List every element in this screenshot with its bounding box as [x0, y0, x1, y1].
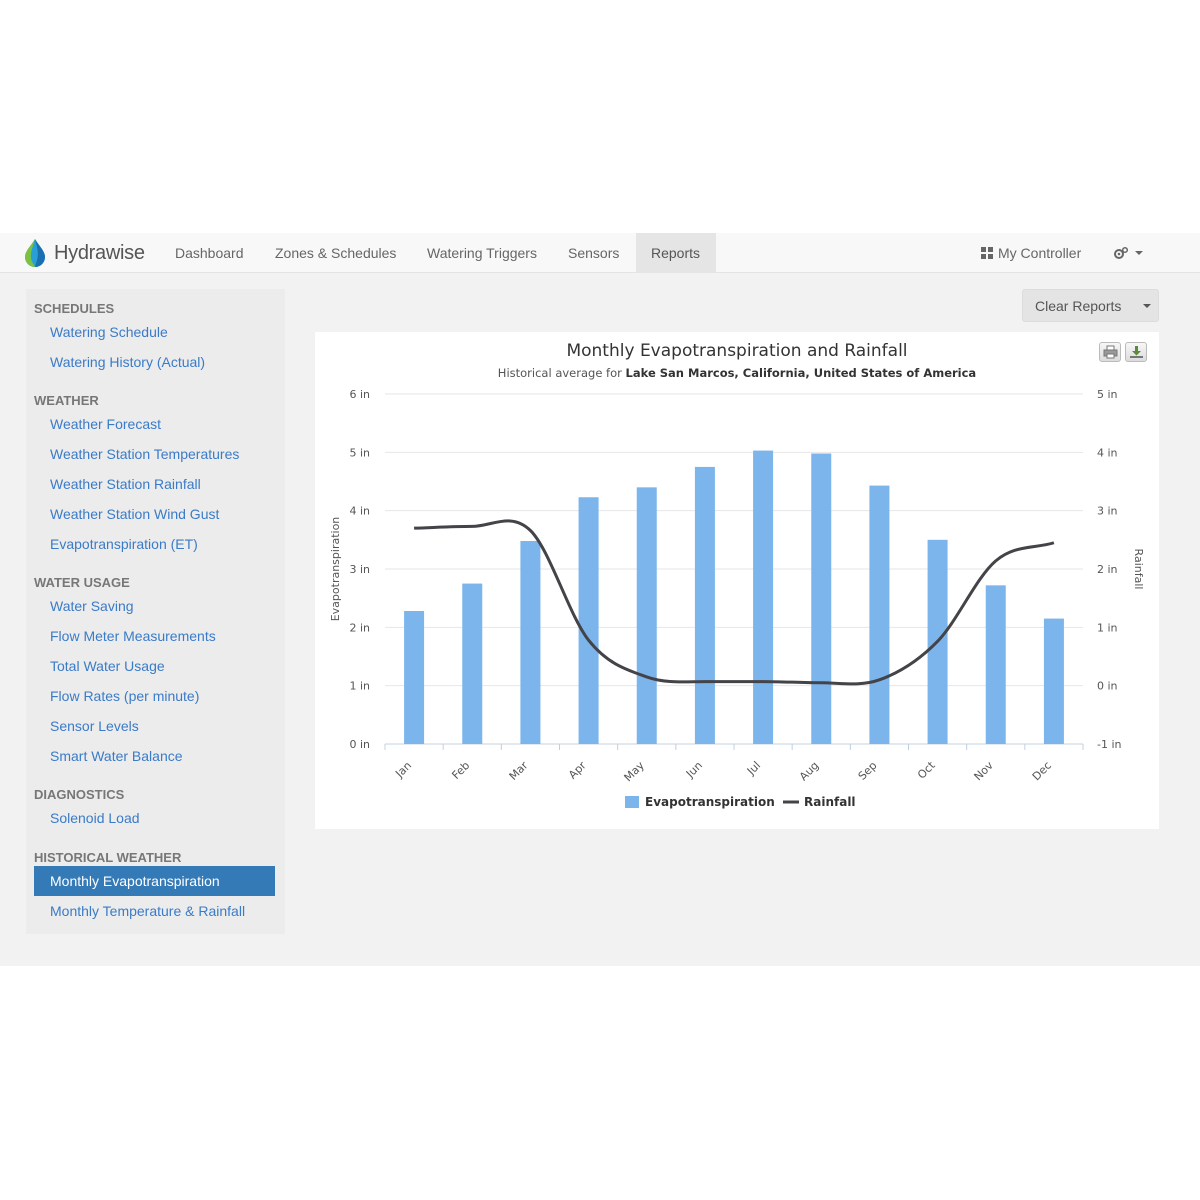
- brand[interactable]: Hydrawise: [22, 237, 145, 269]
- sidebar-item-total-water-usage[interactable]: Total Water Usage: [50, 658, 165, 674]
- gear-icon: [1114, 246, 1129, 259]
- sidebar-item-watering-schedule[interactable]: Watering Schedule: [50, 324, 168, 340]
- et-bar: [985, 585, 1006, 744]
- x-tick-label: Jul: [744, 759, 763, 778]
- water-drop-logo-icon: [25, 239, 45, 267]
- x-tick-label: Dec: [1030, 759, 1054, 783]
- subtitle-location: Lake San Marcos, California, United Stat…: [626, 366, 977, 380]
- nav-dashboard[interactable]: Dashboard: [160, 233, 259, 273]
- y-left-tick-label: 1 in: [349, 680, 370, 693]
- sidebar-item-station-temperatures[interactable]: Weather Station Temperatures: [50, 446, 239, 462]
- clear-reports-label: Clear Reports: [1035, 297, 1122, 314]
- x-tick-label: Jun: [683, 759, 705, 781]
- x-tick-label: Feb: [449, 759, 472, 782]
- chart-panel: Monthly Evapotranspiration and Rainfall …: [315, 332, 1159, 829]
- my-controller-label: My Controller: [998, 245, 1082, 261]
- clear-reports-button[interactable]: Clear Reports: [1022, 289, 1159, 322]
- y-right-tick-label: 2 in: [1097, 563, 1118, 576]
- y-right-tick-label: 1 in: [1097, 621, 1118, 634]
- et-bar: [1043, 618, 1064, 744]
- et-bar: [636, 487, 657, 744]
- grid-icon: [981, 247, 993, 259]
- sidebar-heading-water-usage: WATER USAGE: [34, 575, 130, 590]
- settings-menu[interactable]: [1113, 233, 1143, 273]
- chevron-down-icon: [1143, 303, 1151, 308]
- x-tick-label: Apr: [566, 759, 589, 782]
- reports-sidebar: SCHEDULES Watering Schedule Watering His…: [26, 289, 285, 934]
- y-right-axis-title: Rainfall: [1132, 549, 1145, 590]
- nav-watering-triggers[interactable]: Watering Triggers: [412, 233, 552, 273]
- sidebar-heading-schedules: SCHEDULES: [34, 301, 115, 316]
- sidebar-item-smart-water-balance[interactable]: Smart Water Balance: [50, 748, 183, 764]
- x-tick-label: Sep: [856, 759, 880, 783]
- legend-label-rainfall: Rainfall: [804, 795, 856, 809]
- y-right-tick-label: 3 in: [1097, 505, 1118, 518]
- x-tick-label: Nov: [971, 759, 996, 784]
- et-bar: [578, 497, 599, 744]
- x-tick-label: Oct: [915, 758, 938, 781]
- x-tick-label: Aug: [797, 759, 821, 783]
- et-bar: [520, 541, 541, 744]
- chart-subtitle: Historical average for Lake San Marcos, …: [498, 366, 976, 380]
- y-left-tick-label: 6 in: [349, 388, 370, 401]
- x-tick-label: Mar: [507, 759, 531, 783]
- et-bar: [753, 450, 774, 744]
- y-right-tick-label: -1 in: [1097, 738, 1122, 751]
- sidebar-item-watering-history[interactable]: Watering History (Actual): [50, 354, 205, 370]
- sidebar-item-flow-meter[interactable]: Flow Meter Measurements: [50, 628, 216, 644]
- et-bar: [811, 453, 832, 744]
- sidebar-item-weather-forecast[interactable]: Weather Forecast: [50, 416, 161, 432]
- rainfall-line: [414, 519, 1055, 686]
- sidebar-item-station-wind-gust[interactable]: Weather Station Wind Gust: [50, 506, 219, 522]
- sidebar-item-station-rainfall[interactable]: Weather Station Rainfall: [50, 476, 201, 492]
- legend-label-evapotranspiration: Evapotranspiration: [645, 795, 775, 809]
- y-left-axis-title: Evapotranspiration: [329, 517, 342, 622]
- sidebar-item-evapotranspiration[interactable]: Evapotranspiration (ET): [50, 536, 198, 552]
- sidebar-item-flow-rates[interactable]: Flow Rates (per minute): [50, 688, 199, 704]
- sidebar-heading-weather: WEATHER: [34, 393, 99, 408]
- sidebar-item-monthly-evapotranspiration[interactable]: Monthly Evapotranspiration: [34, 866, 275, 896]
- nav-sensors[interactable]: Sensors: [553, 233, 634, 273]
- y-left-tick-label: 2 in: [349, 621, 370, 634]
- et-bar: [694, 466, 715, 744]
- y-left-tick-label: 0 in: [349, 738, 370, 751]
- app-container: Hydrawise Dashboard Zones & Schedules Wa…: [0, 233, 1200, 966]
- brand-name: Hydrawise: [54, 241, 145, 264]
- sidebar-heading-diagnostics: DIAGNOSTICS: [34, 787, 125, 802]
- chevron-down-icon: [1135, 251, 1143, 255]
- y-left-tick-label: 3 in: [349, 563, 370, 576]
- sidebar-heading-historical-weather: HISTORICAL WEATHER: [34, 850, 182, 865]
- y-left-tick-label: 4 in: [349, 505, 370, 518]
- sidebar-item-water-saving[interactable]: Water Saving: [50, 598, 134, 614]
- legend-swatch-evapotranspiration: [625, 796, 639, 808]
- y-left-tick-label: 5 in: [349, 446, 370, 459]
- x-tick-label: Jan: [392, 759, 414, 781]
- chart-title: Monthly Evapotranspiration and Rainfall: [566, 341, 907, 361]
- my-controller-menu[interactable]: My Controller: [981, 233, 1081, 273]
- nav-reports[interactable]: Reports: [636, 233, 716, 273]
- sidebar-item-solenoid-load[interactable]: Solenoid Load: [50, 810, 140, 826]
- et-bar: [869, 485, 890, 744]
- nav-zones-schedules[interactable]: Zones & Schedules: [260, 233, 411, 273]
- y-right-tick-label: 5 in: [1097, 388, 1118, 401]
- top-navbar: Hydrawise Dashboard Zones & Schedules Wa…: [0, 233, 1200, 273]
- y-right-tick-label: 0 in: [1097, 680, 1118, 693]
- sidebar-item-monthly-temperature-rainfall[interactable]: Monthly Temperature & Rainfall: [50, 903, 245, 919]
- x-tick-label: May: [622, 759, 648, 785]
- sidebar-item-sensor-levels[interactable]: Sensor Levels: [50, 718, 139, 734]
- evapotranspiration-rainfall-chart: Monthly Evapotranspiration and Rainfall …: [329, 341, 1145, 809]
- subtitle-prefix: Historical average for: [498, 366, 626, 380]
- et-bar: [462, 583, 483, 744]
- y-right-tick-label: 4 in: [1097, 446, 1118, 459]
- et-bar: [404, 611, 425, 744]
